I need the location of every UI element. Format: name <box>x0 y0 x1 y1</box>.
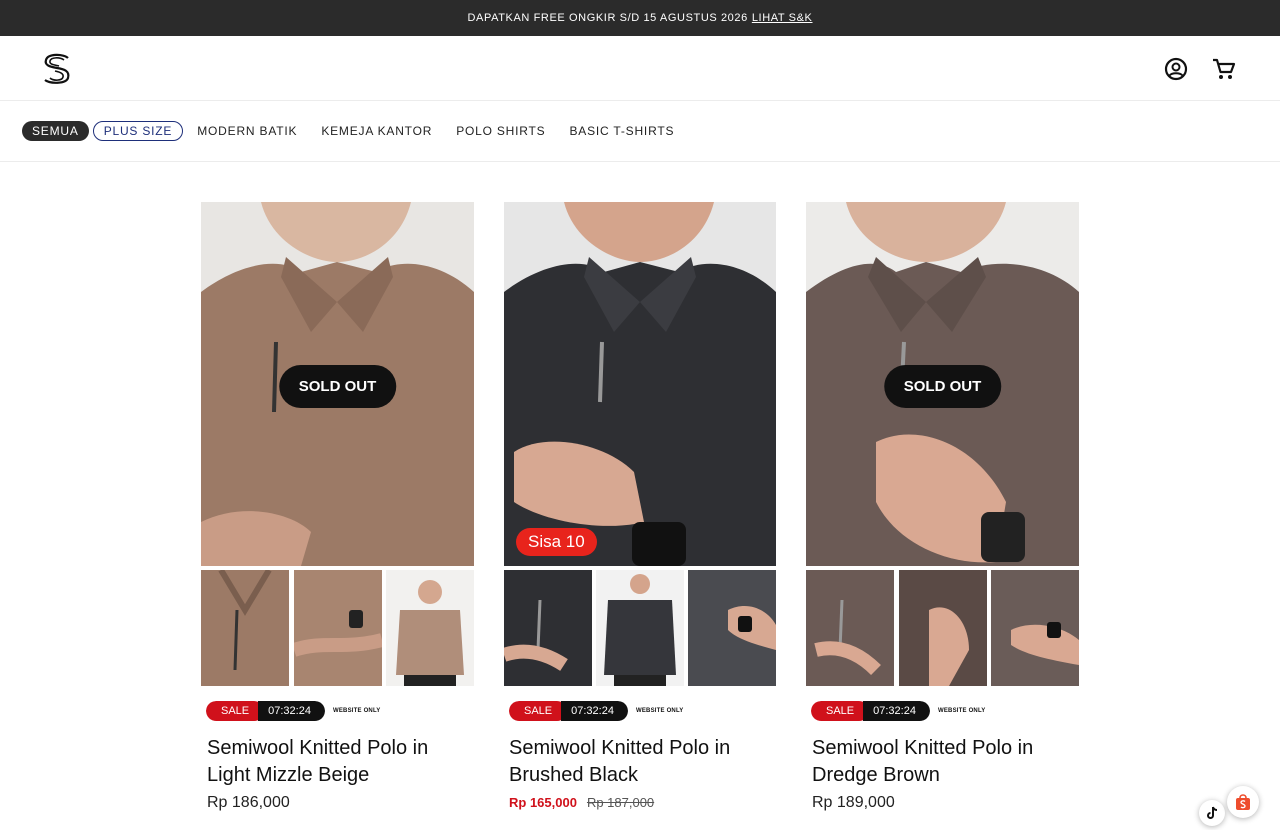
product-main-image[interactable]: SOLD OUT <box>201 202 474 566</box>
product-thumbnail[interactable] <box>293 570 382 686</box>
tiktok-shop-button[interactable] <box>1199 800 1225 826</box>
product-thumbnail[interactable] <box>386 570 474 686</box>
terms-link[interactable]: LIHAT S&K <box>752 12 813 24</box>
product-thumbnail[interactable] <box>596 570 684 686</box>
sale-label: SALE <box>509 701 568 721</box>
sale-label: SALE <box>811 701 870 721</box>
countdown-timer: 07:32:24 <box>863 701 930 721</box>
product-card[interactable]: SOLD OUT SALE 07:32:24 WEBSITE ONLY Semi… <box>201 202 474 812</box>
cart-icon[interactable] <box>1211 56 1237 82</box>
website-only-label: WEBSITE ONLY <box>332 708 381 714</box>
product-card[interactable]: SOLD OUT SALE 07:32:24 WEBSITE ONLY Semi… <box>806 202 1079 812</box>
stock-badge: Sisa 10 <box>516 528 597 556</box>
website-only-label: WEBSITE ONLY <box>937 708 986 714</box>
s-logo-icon[interactable] <box>42 52 72 86</box>
product-price: Rp 189,000 <box>812 794 895 811</box>
product-thumbnail[interactable] <box>806 570 894 686</box>
thumbnail-row <box>806 570 1079 686</box>
product-title[interactable]: Semiwool Knitted Polo in Brushed Black <box>509 735 776 789</box>
sale-price: Rp 165,000 <box>509 795 577 810</box>
sale-countdown-pill: SALE 07:32:24 <box>206 701 325 721</box>
tiktok-icon <box>1207 806 1218 819</box>
category-nav: SEMUA PLUS SIZE MODERN BATIK KEMEJA KANT… <box>0 101 1280 162</box>
sale-countdown-pill: SALE 07:32:24 <box>509 701 628 721</box>
price-row: Rp 165,000 Rp 187,000 <box>509 795 776 810</box>
nav-item-polo-shirts[interactable]: POLO SHIRTS <box>456 124 545 138</box>
sale-row: SALE 07:32:24 WEBSITE ONLY <box>509 701 776 721</box>
account-circle-icon[interactable] <box>1163 56 1189 82</box>
shopee-shop-button[interactable] <box>1227 786 1259 818</box>
sale-countdown-pill: SALE 07:32:24 <box>811 701 930 721</box>
product-title[interactable]: Semiwool Knitted Polo in Light Mizzle Be… <box>207 735 474 789</box>
product-thumbnail[interactable] <box>688 570 776 686</box>
announcement-text: DAPATKAN FREE ONGKIR S/D 15 AGUSTUS 2026 <box>467 12 748 24</box>
product-main-image[interactable]: Sisa 10 <box>504 202 776 566</box>
product-thumbnail[interactable] <box>991 570 1079 686</box>
thumbnail-row <box>504 570 776 686</box>
nav-item-modern-batik[interactable]: MODERN BATIK <box>197 124 297 138</box>
sold-out-badge: SOLD OUT <box>278 365 397 408</box>
sale-label: SALE <box>206 701 265 721</box>
website-only-label: WEBSITE ONLY <box>635 708 684 714</box>
product-thumbnail[interactable] <box>504 570 592 686</box>
thumbnail-row <box>201 570 474 686</box>
product-thumbnail[interactable] <box>201 570 289 686</box>
sale-row: SALE 07:32:24 WEBSITE ONLY <box>206 701 474 721</box>
product-price: Rp 186,000 <box>207 794 290 811</box>
countdown-timer: 07:32:24 <box>561 701 628 721</box>
nav-item-semua[interactable]: SEMUA <box>22 121 89 141</box>
product-title[interactable]: Semiwool Knitted Polo in Dredge Brown <box>812 735 1079 789</box>
site-header <box>0 36 1280 101</box>
announcement-bar: DAPATKAN FREE ONGKIR S/D 15 AGUSTUS 2026… <box>0 0 1280 36</box>
nav-item-plus-size[interactable]: PLUS SIZE <box>92 121 184 141</box>
product-card[interactable]: Sisa 10 SALE 07:32:24 WEBSITE ONLY Semiw… <box>504 202 776 810</box>
shopee-bag-icon <box>1236 794 1250 810</box>
product-thumbnail[interactable] <box>898 570 987 686</box>
countdown-timer: 07:32:24 <box>258 701 325 721</box>
nav-item-basic-t-shirts[interactable]: BASIC T-SHIRTS <box>569 124 674 138</box>
original-price: Rp 187,000 <box>586 795 655 810</box>
sold-out-badge: SOLD OUT <box>883 365 1002 408</box>
product-main-image[interactable]: SOLD OUT <box>806 202 1079 566</box>
nav-item-kemeja-kantor[interactable]: KEMEJA KANTOR <box>321 124 432 138</box>
sale-row: SALE 07:32:24 WEBSITE ONLY <box>811 701 1079 721</box>
